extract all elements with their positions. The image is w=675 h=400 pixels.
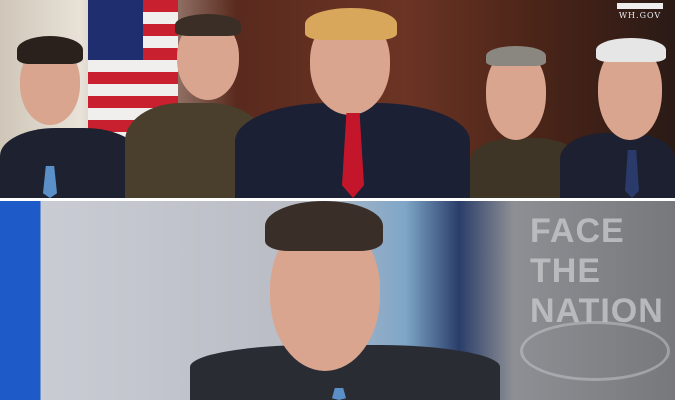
show-title-background: FACE THE NATION — [530, 212, 664, 330]
person-left — [0, 0, 140, 198]
person-right — [560, 0, 675, 198]
watermark-text: WH.GOV — [618, 11, 662, 20]
cbs-eye-logo — [520, 321, 670, 381]
face-the-nation-interview-photo: FACE THE NATION — [0, 201, 675, 400]
white-house-press-photo: WH.GOV — [0, 0, 675, 198]
person-speaker — [235, 0, 470, 198]
person-interviewee — [190, 201, 500, 400]
watermark: WH.GOV — [617, 3, 663, 20]
